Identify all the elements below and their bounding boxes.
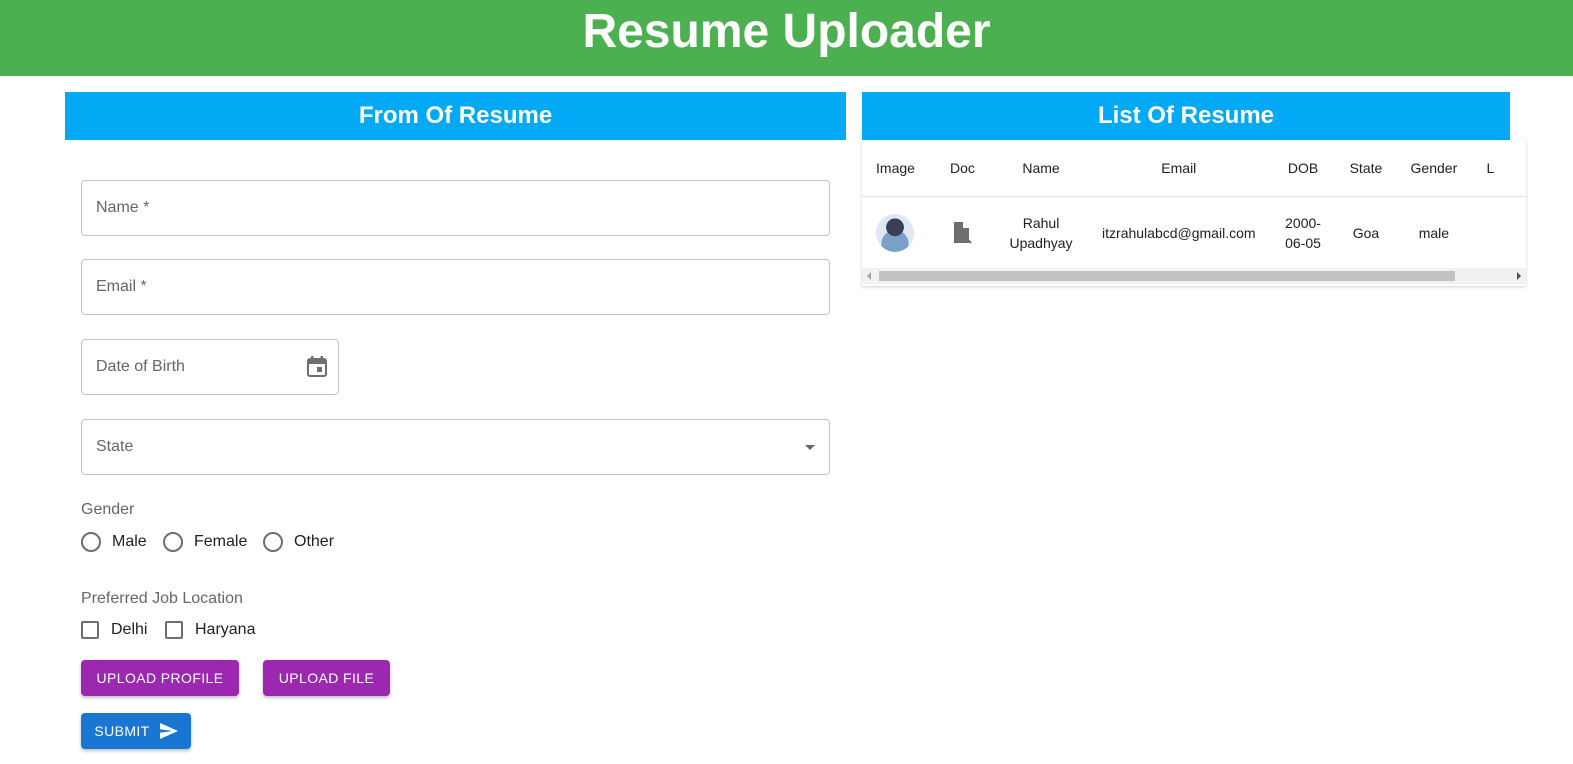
- dob-input[interactable]: Date of Birth: [81, 339, 339, 395]
- resume-table: Image Doc Name Email DOB State Gender L: [862, 140, 1526, 269]
- form-panel-header: From Of Resume: [65, 92, 846, 140]
- scroll-right-icon[interactable]: [1517, 272, 1521, 280]
- radio-other[interactable]: [263, 532, 283, 552]
- location-option-haryana[interactable]: Haryana: [165, 621, 255, 639]
- location-option-label: Haryana: [195, 621, 256, 638]
- column-header-state: State: [1334, 140, 1398, 197]
- email-placeholder: Email *: [96, 278, 147, 295]
- cell-dob: 2000- 06-05: [1272, 196, 1335, 269]
- app-bar: Resume Uploader: [0, 0, 1573, 76]
- table-row: Rahul Upadhyay itzrahulabcd@gmail.com 20…: [862, 196, 1526, 269]
- dropdown-arrow-icon: [805, 445, 815, 450]
- state-placeholder: State: [96, 438, 134, 455]
- form-panel-title: From Of Resume: [358, 102, 553, 129]
- avatar: [876, 213, 915, 252]
- upload-profile-button[interactable]: UPLOAD PROFILE: [81, 660, 239, 696]
- gender-option-label: Male: [112, 533, 147, 550]
- column-header-email: Email: [1086, 140, 1272, 197]
- app-title: Resume Uploader: [582, 4, 991, 58]
- dob-line: 2000-: [1285, 214, 1321, 231]
- job-location-label: Preferred Job Location: [81, 590, 243, 607]
- cell-name: Rahul Upadhyay: [996, 196, 1086, 269]
- cell-image: [862, 196, 929, 269]
- list-panel-title: List Of Resume: [1097, 102, 1275, 129]
- table-header-row: Image Doc Name Email DOB State Gender L: [862, 140, 1526, 197]
- cell-gender: male: [1418, 224, 1450, 241]
- dob-line: 06-05: [1285, 234, 1321, 251]
- column-header-dob: DOB: [1271, 140, 1335, 197]
- gender-option-label: Female: [194, 533, 248, 550]
- location-option-delhi[interactable]: Delhi: [81, 621, 147, 639]
- column-header-location: L: [1470, 140, 1526, 197]
- column-header-image: Image: [862, 140, 929, 197]
- email-input[interactable]: Email *: [81, 259, 830, 315]
- file-open-icon[interactable]: [951, 221, 973, 245]
- dob-placeholder: Date of Birth: [96, 358, 185, 375]
- column-header-gender: Gender: [1397, 140, 1471, 197]
- name-input[interactable]: Name *: [81, 180, 830, 236]
- name-line: Rahul: [1022, 214, 1060, 231]
- column-header-doc: Doc: [928, 140, 996, 197]
- upload-file-label: UPLOAD FILE: [278, 670, 375, 686]
- column-header-name: Name: [995, 140, 1087, 197]
- horizontal-scrollbar[interactable]: [862, 268, 1526, 284]
- submit-label: SUBMIT: [94, 723, 150, 739]
- list-panel-header: List Of Resume: [862, 92, 1510, 140]
- location-option-label: Delhi: [111, 621, 148, 638]
- send-icon: [159, 723, 178, 739]
- checkbox-delhi[interactable]: [81, 621, 99, 639]
- state-select[interactable]: State: [81, 419, 830, 475]
- name-line: Upadhyay: [1009, 234, 1073, 251]
- cell-email: itzrahulabcd@gmail.com: [1102, 224, 1256, 241]
- cell-location: [1471, 196, 1527, 269]
- scrollbar-thumb[interactable]: [879, 271, 1455, 281]
- cell-doc: [929, 196, 996, 269]
- gender-option-other[interactable]: Other: [263, 532, 334, 552]
- checkbox-haryana[interactable]: [165, 621, 183, 639]
- name-placeholder: Name *: [96, 199, 150, 216]
- gender-option-label: Other: [294, 533, 335, 550]
- resume-table-container: Image Doc Name Email DOB State Gender L: [862, 140, 1526, 286]
- radio-male[interactable]: [81, 532, 101, 552]
- radio-female[interactable]: [163, 532, 183, 552]
- submit-button[interactable]: SUBMIT: [81, 713, 191, 749]
- upload-profile-label: UPLOAD PROFILE: [96, 670, 224, 686]
- gender-option-male[interactable]: Male: [81, 532, 147, 552]
- gender-option-female[interactable]: Female: [163, 532, 247, 552]
- upload-file-button[interactable]: UPLOAD FILE: [263, 660, 390, 696]
- cell-state: Goa: [1352, 224, 1380, 241]
- gender-label: Gender: [81, 501, 135, 518]
- scroll-left-icon[interactable]: [867, 272, 871, 280]
- calendar-icon[interactable]: [307, 356, 327, 377]
